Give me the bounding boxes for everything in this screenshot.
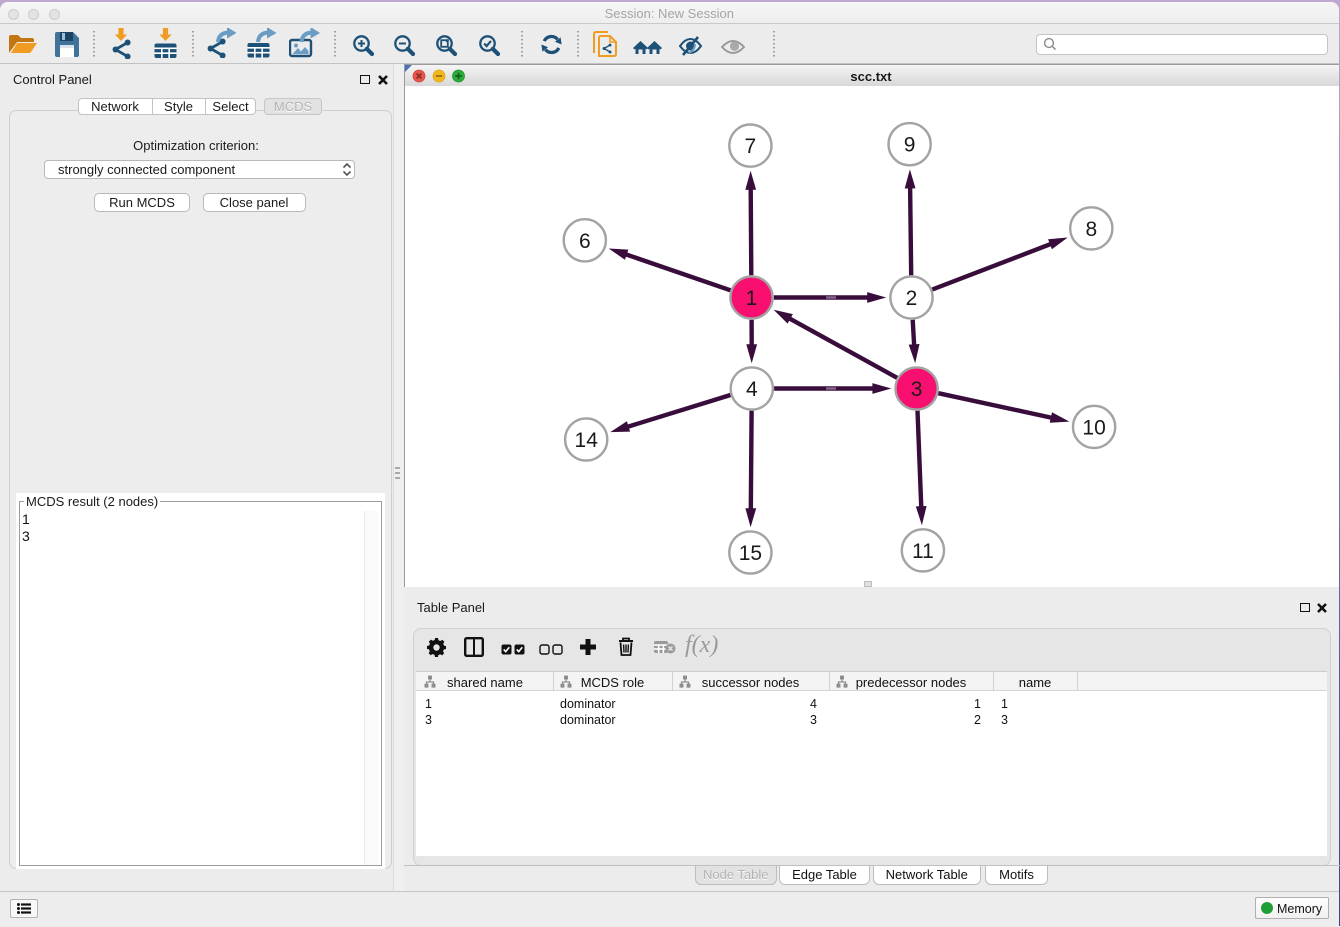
svg-text:4: 4 — [746, 378, 758, 401]
svg-text:6: 6 — [579, 230, 591, 253]
svg-text:9: 9 — [904, 134, 916, 157]
svg-text:15: 15 — [739, 542, 762, 565]
svg-text:10: 10 — [1082, 416, 1105, 439]
svg-text:3: 3 — [911, 378, 923, 401]
svg-text:1: 1 — [746, 287, 758, 310]
svg-text:7: 7 — [745, 135, 757, 158]
svg-text:11: 11 — [912, 540, 934, 563]
svg-text:2: 2 — [906, 287, 918, 310]
svg-text:14: 14 — [575, 429, 599, 452]
svg-text:8: 8 — [1085, 218, 1097, 241]
